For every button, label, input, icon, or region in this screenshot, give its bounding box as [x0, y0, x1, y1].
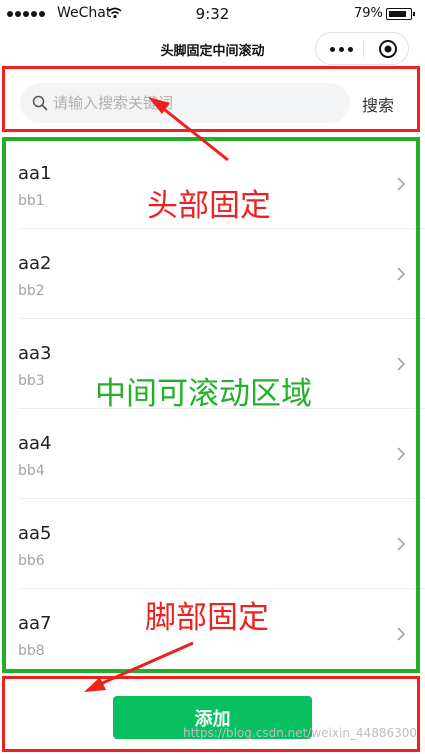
chevron-right-icon [397, 357, 405, 371]
footer: 添加 https://blog.csdn.net/weixin_44886300 [0, 678, 425, 754]
list-item[interactable]: aa7 bb8 [18, 589, 425, 673]
list-item-subtitle: bb1 [18, 193, 45, 209]
status-bar: WeChat 9:32 79% [0, 0, 425, 28]
chevron-right-icon [397, 447, 405, 461]
list-item[interactable]: aa5 bb6 [18, 499, 425, 589]
navigation-bar: 头脚固定中间滚动 [0, 28, 425, 68]
list-item-subtitle: bb8 [18, 643, 45, 659]
list-item-subtitle: bb3 [18, 373, 45, 389]
list-item-subtitle: bb6 [18, 553, 45, 569]
chevron-right-icon [397, 537, 405, 551]
chevron-right-icon [397, 267, 405, 281]
close-miniprogram-icon[interactable] [378, 39, 398, 59]
list-item-title: aa2 [18, 253, 52, 274]
battery-icon [386, 8, 415, 20]
list-item-title: aa1 [18, 163, 52, 184]
search-input[interactable] [53, 83, 333, 123]
list-item-subtitle: bb2 [18, 283, 45, 299]
scrollable-list[interactable]: aa1 bb1 aa2 bb2 aa3 bb3 aa4 bb4 aa5 bb6 … [0, 139, 425, 673]
menu-capsule [315, 32, 409, 65]
list-item[interactable]: aa2 bb2 [18, 229, 425, 319]
list-item-title: aa5 [18, 523, 52, 544]
more-icon[interactable] [330, 47, 353, 52]
chevron-right-icon [397, 177, 405, 191]
chevron-right-icon [397, 627, 405, 641]
capsule-divider [363, 41, 364, 57]
list-item-title: aa7 [18, 613, 52, 634]
search-icon [32, 95, 48, 111]
search-box [20, 83, 350, 123]
search-header: 搜索 [0, 76, 425, 130]
list-item[interactable]: aa1 bb1 [18, 139, 425, 229]
list-item-title: aa3 [18, 343, 52, 364]
list-item[interactable]: aa3 bb3 [18, 319, 425, 409]
watermark: https://blog.csdn.net/weixin_44886300 [182, 726, 417, 740]
list-item-subtitle: bb4 [18, 463, 45, 479]
list-item-title: aa4 [18, 433, 52, 454]
search-button[interactable]: 搜索 [362, 92, 394, 116]
battery-percentage: 79% [354, 6, 383, 21]
list-item[interactable]: aa4 bb4 [18, 409, 425, 499]
